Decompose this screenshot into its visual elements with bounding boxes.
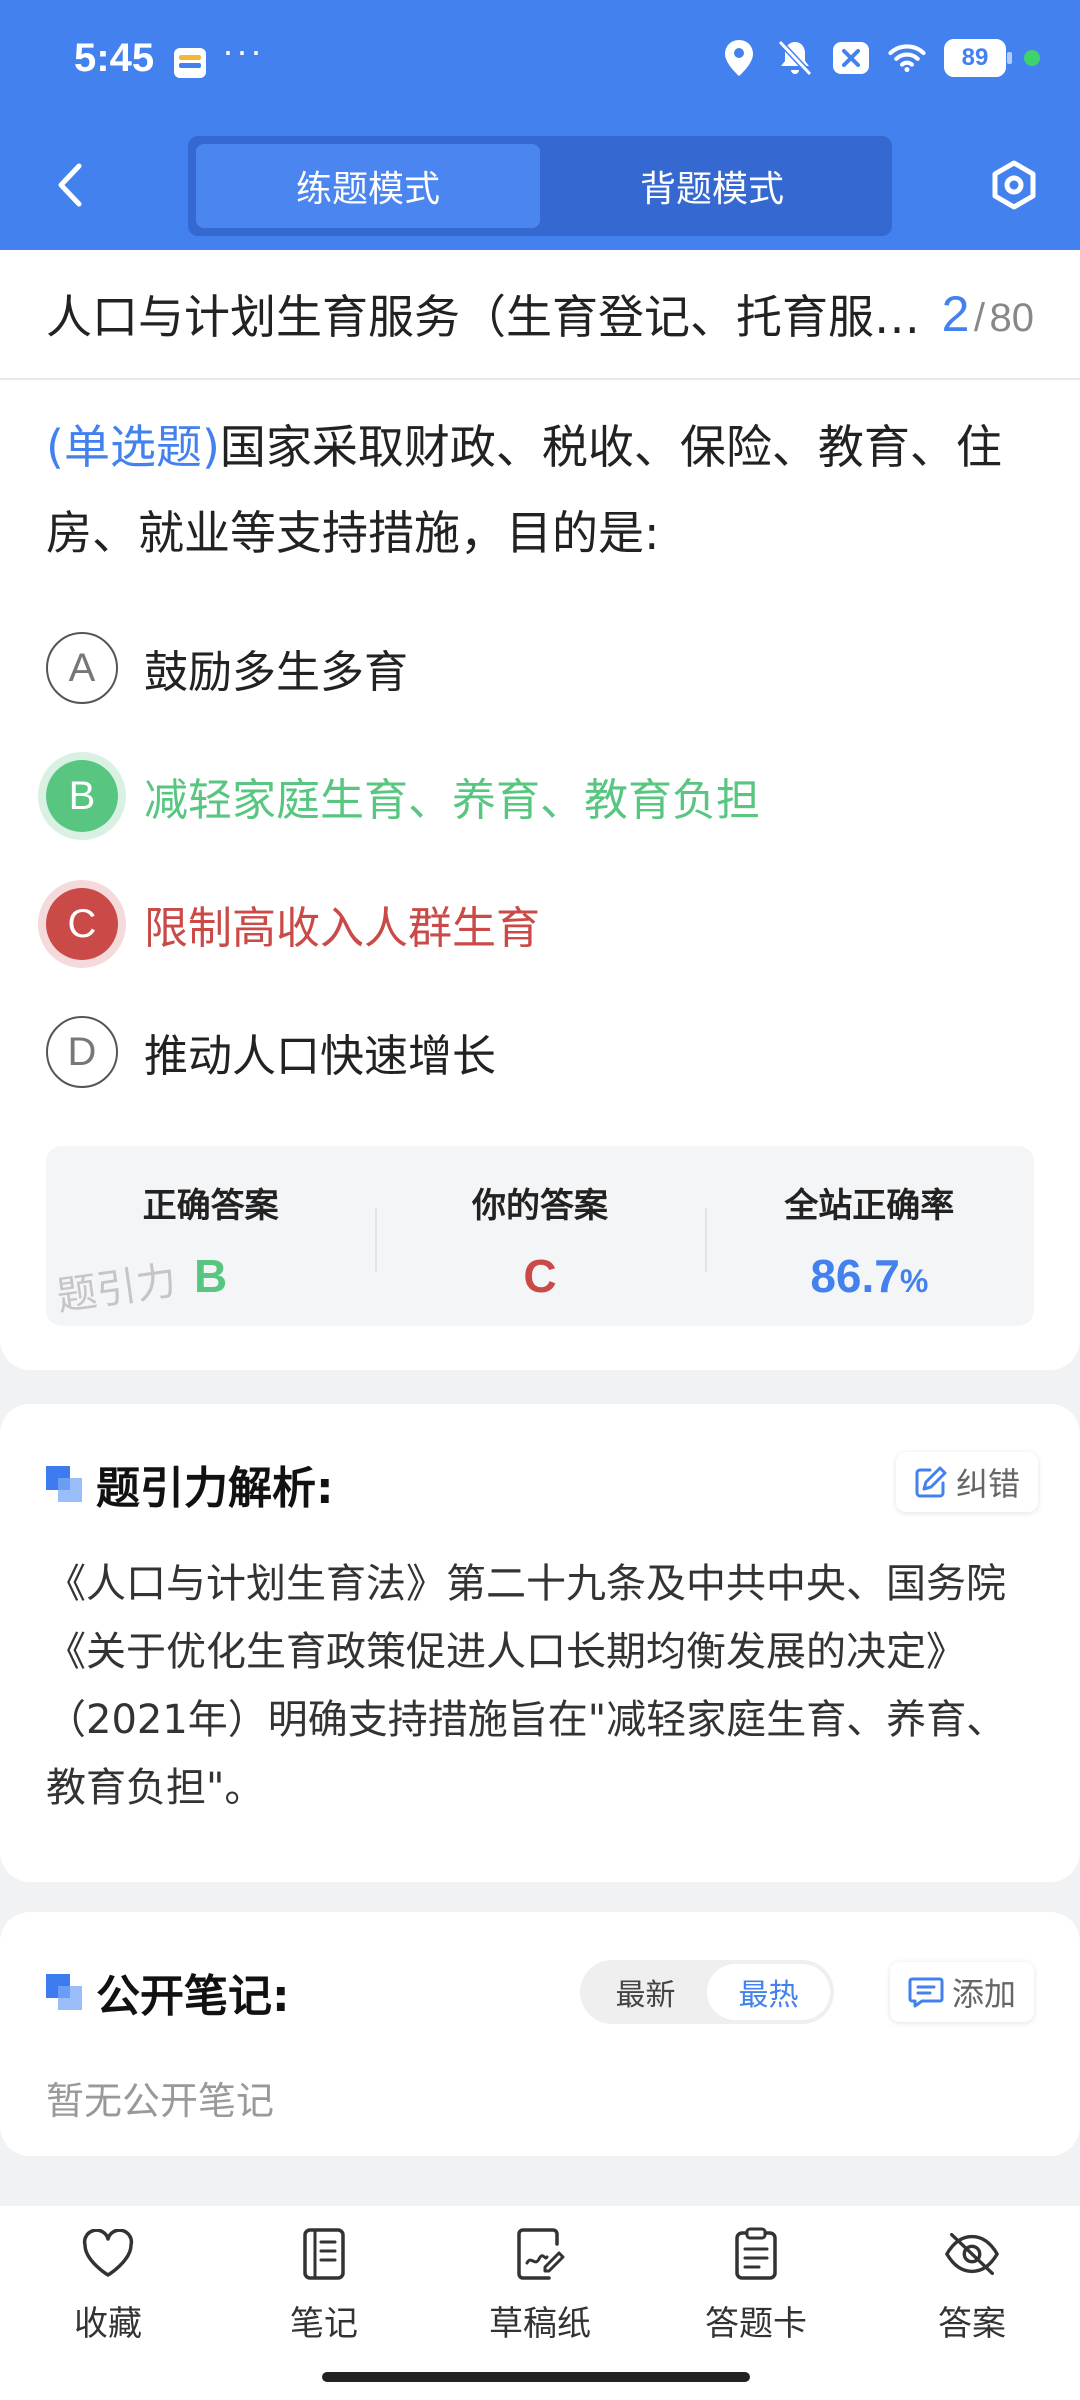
add-note-label: 添加 (952, 1975, 1017, 2013)
option-d[interactable]: D 推动人口快速增长 (0, 988, 1080, 1116)
favorite-button[interactable]: 收藏 (0, 2206, 216, 2400)
hexagon-settings-icon (992, 160, 1036, 210)
show-answer-label: 答案 (938, 2304, 1006, 2344)
report-error-label: 纠错 (956, 1465, 1021, 1503)
public-notes-card: 公开笔记: 最新 最热 添加 暂无公开笔记 (0, 1912, 1080, 2156)
home-indicator[interactable] (322, 2372, 750, 2382)
heart-icon (80, 2226, 136, 2282)
status-icons: 89 (720, 38, 1040, 78)
question-title-row: 人口与计划生育服务（生育登记、托育服务） 2 / 80 (0, 250, 1080, 380)
option-letter-badge: C (46, 888, 118, 960)
draft-paper-button[interactable]: 草稿纸 (432, 2206, 648, 2400)
tab-memorize-mode[interactable]: 背题模式 (540, 144, 884, 228)
your-answer-label: 你的答案 (471, 1186, 608, 1226)
option-c[interactable]: C 限制高收入人群生育 (0, 860, 1080, 988)
edit-icon (915, 1466, 947, 1498)
analysis-card: 题引力解析: 纠错 《人口与计划生育法》第二十九条及中共中央、国务院《关于优化生… (0, 1404, 1080, 1882)
eye-off-icon (944, 2226, 1000, 2282)
sort-hot-button[interactable]: 最热 (707, 1964, 830, 2020)
option-letter-badge: A (46, 632, 118, 704)
notebook-icon (296, 2226, 352, 2282)
privacy-dot-icon (1024, 50, 1040, 66)
no-sim-icon (832, 38, 870, 78)
accuracy-rate-column: 全站正确率 86.7% (704, 1146, 1034, 1326)
status-time: 5:45 (74, 36, 155, 80)
analysis-header: 题引力解析: (46, 1452, 334, 1516)
more-notifications-icon: ··· (222, 30, 264, 71)
accuracy-rate-label: 全站正确率 (784, 1186, 955, 1226)
watermark: 题引力 (53, 1257, 180, 1321)
answer-sheet-label: 答题卡 (705, 2304, 807, 2344)
your-answer-column: 你的答案 C (375, 1146, 704, 1326)
option-b[interactable]: B 减轻家庭生育、养育、教育负担 (0, 732, 1080, 860)
chevron-left-icon (58, 163, 82, 207)
status-bar: 5:45 ··· 89 (0, 0, 1080, 125)
draft-paper-icon (512, 2226, 568, 2282)
accuracy-rate-number: 86.7 (810, 1250, 900, 1302)
draft-paper-label: 草稿纸 (489, 2304, 591, 2344)
analysis-title: 题引力解析: (96, 1463, 334, 1514)
question-progress: 2 / 80 (942, 285, 1034, 343)
your-answer-value: C (523, 1250, 557, 1302)
location-icon (720, 38, 758, 78)
total-question-count: 80 (989, 296, 1035, 340)
question-card: 人口与计划生育服务（生育登记、托育服务） 2 / 80 (单选题)国家采取财政、… (0, 250, 1080, 1370)
favorite-label: 收藏 (74, 2304, 142, 2344)
option-letter-badge: D (46, 1016, 118, 1088)
notes-label: 笔记 (290, 2304, 358, 2344)
option-text: 限制高收入人群生育 (144, 903, 540, 954)
section-squares-icon (46, 1974, 82, 2010)
show-answer-button[interactable]: 答案 (864, 2206, 1080, 2400)
bottom-toolbar: 收藏 笔记 草稿纸 答题卡 答案 (0, 2206, 1080, 2400)
answer-summary: 正确答案 B 题引力 你的答案 C 全站正确率 86.7% (46, 1146, 1034, 1326)
option-letter-badge: B (46, 760, 118, 832)
option-text: 推动人口快速增长 (144, 1031, 496, 1082)
wifi-icon (888, 38, 926, 78)
correct-answer-value: B (194, 1250, 228, 1302)
option-a[interactable]: A 鼓励多生多育 (0, 604, 1080, 732)
add-note-button[interactable]: 添加 (890, 1962, 1035, 2022)
sort-latest-button[interactable]: 最新 (584, 1964, 707, 2020)
battery-indicator: 89 (944, 39, 1012, 77)
question-stem: (单选题)国家采取财政、税收、保险、教育、住房、就业等支持措施，目的是: (0, 380, 1080, 576)
mute-bell-icon (776, 38, 814, 78)
option-list: A 鼓励多生多育 B 减轻家庭生育、养育、教育负担 C 限制高收入人群生育 D … (0, 604, 1080, 1116)
back-button[interactable] (40, 155, 100, 215)
option-text: 鼓励多生多育 (144, 647, 408, 698)
answer-sheet-icon (728, 2226, 784, 2282)
app-header: 5:45 ··· 89 练题模式 背题模式 (0, 0, 1080, 250)
settings-button[interactable] (984, 155, 1044, 215)
analysis-text: 《人口与计划生育法》第二十九条及中共中央、国务院《关于优化生育政策促进人口长期均… (46, 1561, 1007, 1811)
notes-header: 公开笔记: (46, 1960, 290, 2024)
section-squares-icon (46, 1466, 82, 1502)
correct-answer-column: 正确答案 B 题引力 (46, 1146, 375, 1326)
mode-switch: 练题模式 背题模式 (188, 136, 892, 236)
chapter-title: 人口与计划生育服务（生育登记、托育服务） (46, 290, 928, 344)
correct-answer-label: 正确答案 (142, 1186, 279, 1226)
comment-icon (908, 1977, 944, 2008)
notes-sort-toggle: 最新 最热 (580, 1960, 834, 2024)
current-question-number: 2 (941, 286, 970, 342)
option-text: 减轻家庭生育、养育、教育负担 (144, 775, 760, 826)
notes-title: 公开笔记: (96, 1971, 290, 2022)
empty-notes-text: 暂无公开笔记 (46, 2079, 275, 2123)
wallet-notification-icon (174, 48, 206, 78)
accuracy-rate-value: 86.7% (810, 1249, 928, 1303)
progress-separator: / (973, 296, 986, 340)
answer-sheet-button[interactable]: 答题卡 (648, 2206, 864, 2400)
accuracy-rate-unit: % (899, 1263, 929, 1299)
question-type-label: (单选题) (46, 420, 220, 474)
tab-practice-mode[interactable]: 练题模式 (196, 144, 540, 228)
notes-button[interactable]: 笔记 (216, 2206, 432, 2400)
nav-bar: 练题模式 背题模式 (0, 125, 1080, 250)
report-error-button[interactable]: 纠错 (896, 1452, 1039, 1512)
